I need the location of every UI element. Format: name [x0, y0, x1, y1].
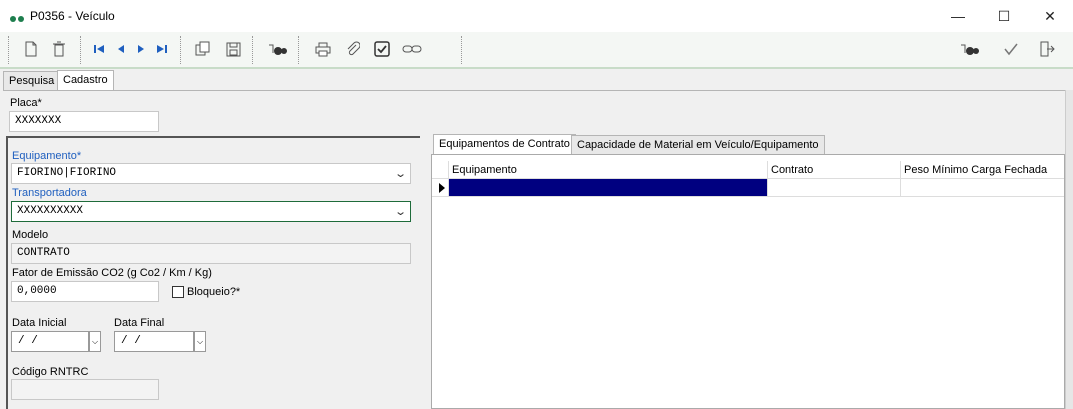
modelo-value: CONTRATO [17, 247, 70, 259]
link-icon[interactable] [401, 38, 423, 60]
chevron-down-icon[interactable]: ⌄ [394, 205, 407, 218]
print-icon[interactable] [312, 38, 334, 60]
data-final-field[interactable]: / / ⌵ [114, 331, 206, 352]
column-contrato[interactable]: Contrato [771, 164, 813, 176]
new-doc-icon[interactable] [20, 38, 42, 60]
bloqueio-checkbox[interactable] [172, 286, 184, 298]
save-icon[interactable] [222, 38, 244, 60]
table-row[interactable] [432, 179, 1064, 197]
chevron-down-icon[interactable]: ⌵ [89, 331, 101, 352]
grid-header: Equipamento Contrato Peso Mínimo Carga F… [432, 161, 1064, 179]
window-title: P0356 - Veículo [30, 9, 115, 23]
copy-icon[interactable] [192, 38, 214, 60]
toolbar-separator [180, 36, 181, 64]
chevron-down-icon[interactable]: ⌄ [394, 167, 407, 180]
previous-record-icon[interactable] [110, 38, 132, 60]
toolbar-separator [8, 36, 9, 64]
data-inicial-value: / / [18, 335, 38, 347]
delete-icon[interactable] [48, 38, 70, 60]
selected-cell[interactable] [449, 179, 767, 196]
confirm-check-icon[interactable] [1000, 38, 1022, 60]
equipamento-value: FIORINO|FIORINO [17, 167, 117, 179]
binoculars-search-icon[interactable] [958, 38, 980, 60]
tab-pesquisa[interactable]: Pesquisa [3, 71, 61, 91]
transportadora-label: Transportadora [12, 187, 87, 199]
toolbar-separator [461, 36, 462, 64]
fator-emissao-field[interactable]: 0,0000 [11, 281, 159, 302]
close-button[interactable]: ✕ [1027, 0, 1073, 32]
last-record-icon[interactable] [151, 38, 173, 60]
row-pointer-icon [439, 183, 445, 193]
toolbar-separator [80, 36, 81, 64]
equipamento-label: Equipamento* [12, 150, 82, 162]
toolbar-separator [298, 36, 299, 64]
toolbar [0, 32, 1073, 69]
first-record-icon[interactable] [88, 38, 110, 60]
placa-field[interactable]: XXXXXXX [9, 111, 159, 132]
tab-capacidade-material[interactable]: Capacidade de Material em Veículo/Equipa… [571, 135, 825, 155]
title-bar: P0356 - Veículo — ☐ ✕ [0, 0, 1073, 32]
fator-emissao-label: Fator de Emissão CO2 (g Co2 / Km / Kg) [12, 267, 212, 279]
attach-icon[interactable] [342, 38, 364, 60]
minimize-button[interactable]: — [935, 0, 981, 32]
equipamentos-grid: Equipamento Contrato Peso Mínimo Carga F… [431, 154, 1065, 409]
vertical-scrollbar[interactable] [1065, 90, 1073, 409]
maximize-button[interactable]: ☐ [981, 0, 1027, 32]
column-equipamento[interactable]: Equipamento [452, 164, 517, 176]
data-inicial-field[interactable]: / / ⌵ [11, 331, 101, 352]
data-final-label: Data Final [114, 317, 165, 329]
column-peso-minimo[interactable]: Peso Mínimo Carga Fechada [904, 164, 1047, 176]
placa-label: Placa* [10, 97, 42, 109]
fator-emissao-value: 0,0000 [17, 285, 57, 297]
data-final-value: / / [121, 335, 141, 347]
modelo-label: Modelo [12, 229, 49, 241]
chevron-down-icon[interactable]: ⌵ [194, 331, 206, 352]
bloqueio-label: Bloqueio?* [187, 286, 241, 298]
exit-icon[interactable] [1036, 38, 1058, 60]
equipamento-select[interactable]: FIORINO|FIORINO ⌄ [11, 163, 411, 184]
rntrc-field[interactable] [11, 379, 159, 400]
placa-value: XXXXXXX [15, 115, 62, 127]
tab-cadastro[interactable]: Cadastro [57, 70, 114, 91]
tab-equipamentos-contrato[interactable]: Equipamentos de Contrato [433, 134, 576, 155]
rntrc-label: Código RNTRC [12, 366, 89, 378]
checkbox-icon[interactable] [371, 38, 393, 60]
app-logo-icon [10, 13, 26, 25]
transportadora-value: XXXXXXXXXX [17, 205, 84, 217]
toolbar-separator [252, 36, 253, 64]
modelo-field[interactable]: CONTRATO [11, 243, 411, 264]
data-inicial-label: Data Inicial [12, 317, 67, 329]
binoculars-search-icon[interactable] [266, 38, 288, 60]
next-record-icon[interactable] [130, 38, 152, 60]
transportadora-select[interactable]: XXXXXXXXXX ⌄ [11, 201, 411, 222]
